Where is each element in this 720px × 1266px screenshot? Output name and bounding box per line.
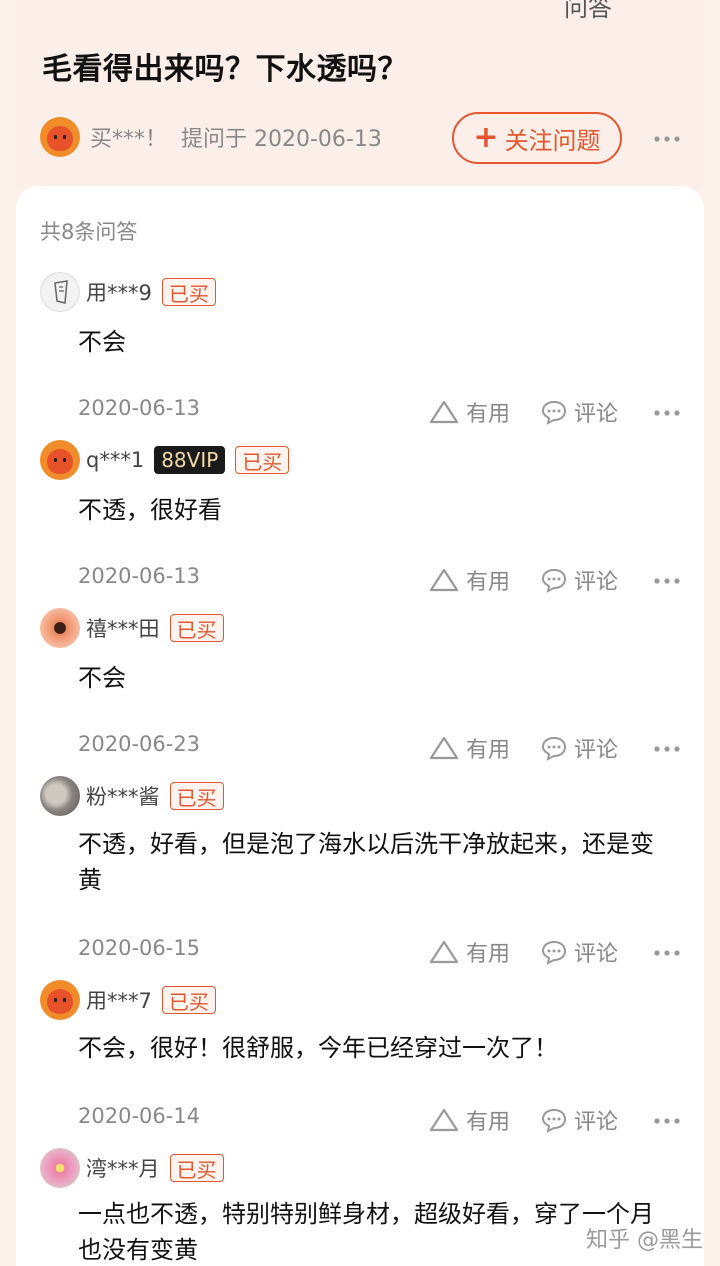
answer-text: 不会 xyxy=(78,328,126,356)
follow-question-button[interactable]: + 关注问题 xyxy=(452,112,622,164)
bought-badge: 已买 xyxy=(169,782,224,810)
vip-badge: 88VIP xyxy=(154,446,226,474)
comment-icon xyxy=(542,400,567,425)
triangle-icon xyxy=(429,1108,459,1132)
username[interactable]: 用***9 xyxy=(86,277,152,307)
answers-panel: 共8条问答 用***9 已买 不会 2020-06-13 有用 评论 q***1… xyxy=(16,186,704,1266)
comment-label: 评论 xyxy=(574,1110,619,1135)
answer-user-row: 禧***田 已买 xyxy=(40,608,224,648)
answer-date: 2020-06-23 xyxy=(78,732,201,756)
useful-label: 有用 xyxy=(466,942,511,967)
user-avatar[interactable] xyxy=(40,1148,80,1188)
bought-badge: 已买 xyxy=(169,1154,224,1182)
comment-button[interactable]: 评论 xyxy=(540,732,618,764)
comment-label: 评论 xyxy=(574,738,619,763)
answer-user-row: 用***7 已买 xyxy=(40,980,216,1020)
triangle-icon xyxy=(429,400,459,424)
answer-actions: 有用 评论 xyxy=(428,396,618,428)
answer-actions: 有用 评论 xyxy=(428,1104,618,1136)
top-edge-text: 问答 xyxy=(564,0,612,22)
answer-user-row: 湾***月 已买 xyxy=(40,1148,224,1188)
username[interactable]: 粉***酱 xyxy=(86,781,160,811)
answer-actions: 有用 评论 xyxy=(428,732,618,764)
comment-icon xyxy=(542,1108,567,1133)
answer-text: 不透，很好看 xyxy=(78,496,222,524)
comment-button[interactable]: 评论 xyxy=(540,936,618,968)
answer-user-row: 用***9 已买 xyxy=(40,272,216,312)
useful-label: 有用 xyxy=(466,738,511,763)
more-options-icon[interactable] xyxy=(652,124,682,154)
comment-icon xyxy=(542,568,567,593)
useful-button[interactable]: 有用 xyxy=(428,1104,510,1136)
answer-user-row: 粉***酱 已买 xyxy=(40,776,224,816)
watermark: 知乎 @黑生 xyxy=(586,1228,703,1253)
more-options-icon[interactable] xyxy=(652,566,682,596)
user-avatar[interactable] xyxy=(40,608,80,648)
bought-badge: 已买 xyxy=(161,278,216,306)
comment-icon xyxy=(542,940,567,965)
username[interactable]: q***1 xyxy=(86,448,144,472)
useful-label: 有用 xyxy=(466,570,511,595)
useful-button[interactable]: 有用 xyxy=(428,564,510,596)
answer-date: 2020-06-13 xyxy=(78,564,201,588)
comment-button[interactable]: 评论 xyxy=(540,1104,618,1136)
comment-icon xyxy=(542,736,567,761)
useful-label: 有用 xyxy=(466,1110,511,1135)
comment-label: 评论 xyxy=(574,570,619,595)
plus-icon: + xyxy=(473,120,499,155)
answer-date: 2020-06-15 xyxy=(78,936,201,960)
comment-label: 评论 xyxy=(574,402,619,427)
user-avatar[interactable] xyxy=(40,272,80,312)
answer-text: 不透，好看，但是泡了海水以后洗干净放起来，还是变黄 xyxy=(78,830,654,894)
answer-count: 共8条问答 xyxy=(40,220,138,244)
answer-date: 2020-06-13 xyxy=(78,396,201,420)
answer-actions: 有用 评论 xyxy=(428,936,618,968)
bought-badge: 已买 xyxy=(161,986,216,1014)
comment-button[interactable]: 评论 xyxy=(540,396,618,428)
more-options-icon[interactable] xyxy=(652,1106,682,1136)
useful-label: 有用 xyxy=(466,402,511,427)
username[interactable]: 用***7 xyxy=(86,985,152,1015)
answer-text: 一点也不透，特别特别鲜身材，超级好看，穿了一个月也没有变黄 xyxy=(78,1200,654,1264)
username[interactable]: 湾***月 xyxy=(86,1153,160,1183)
qa-page: 问答 毛看得出来吗？下水透吗？ 买***！ 提问于 2020-06-13 + 关… xyxy=(0,0,720,1266)
useful-button[interactable]: 有用 xyxy=(428,936,510,968)
asked-date: 提问于 2020-06-13 xyxy=(181,127,382,152)
asker-row: 买***！ 提问于 2020-06-13 xyxy=(40,116,382,158)
comment-button[interactable]: 评论 xyxy=(540,564,618,596)
answer-user-row: q***1 88VIP 已买 xyxy=(40,440,290,480)
comment-label: 评论 xyxy=(574,942,619,967)
answer-text: 不会 xyxy=(78,664,126,692)
question-title: 毛看得出来吗？下水透吗？ xyxy=(42,52,408,87)
answer-date: 2020-06-14 xyxy=(78,1104,201,1128)
username[interactable]: 禧***田 xyxy=(86,613,160,643)
useful-button[interactable]: 有用 xyxy=(428,732,510,764)
more-options-icon[interactable] xyxy=(652,734,682,764)
asker-avatar[interactable] xyxy=(40,117,80,157)
more-options-icon[interactable] xyxy=(652,398,682,428)
useful-button[interactable]: 有用 xyxy=(428,396,510,428)
asker-name[interactable]: 买***！ xyxy=(90,121,167,153)
answer-actions: 有用 评论 xyxy=(428,564,618,596)
follow-label: 关注问题 xyxy=(504,126,601,155)
more-options-icon[interactable] xyxy=(652,938,682,968)
user-avatar[interactable] xyxy=(40,980,80,1020)
user-avatar[interactable] xyxy=(40,776,80,816)
user-avatar[interactable] xyxy=(40,440,80,480)
triangle-icon xyxy=(429,736,459,760)
triangle-icon xyxy=(429,568,459,592)
bought-badge: 已买 xyxy=(235,446,290,474)
question-header: 问答 毛看得出来吗？下水透吗？ 买***！ 提问于 2020-06-13 + 关… xyxy=(16,0,704,200)
triangle-icon xyxy=(429,940,459,964)
bought-badge: 已买 xyxy=(169,614,224,642)
answer-text: 不会，很好！很舒服，今年已经穿过一次了！ xyxy=(78,1034,558,1062)
